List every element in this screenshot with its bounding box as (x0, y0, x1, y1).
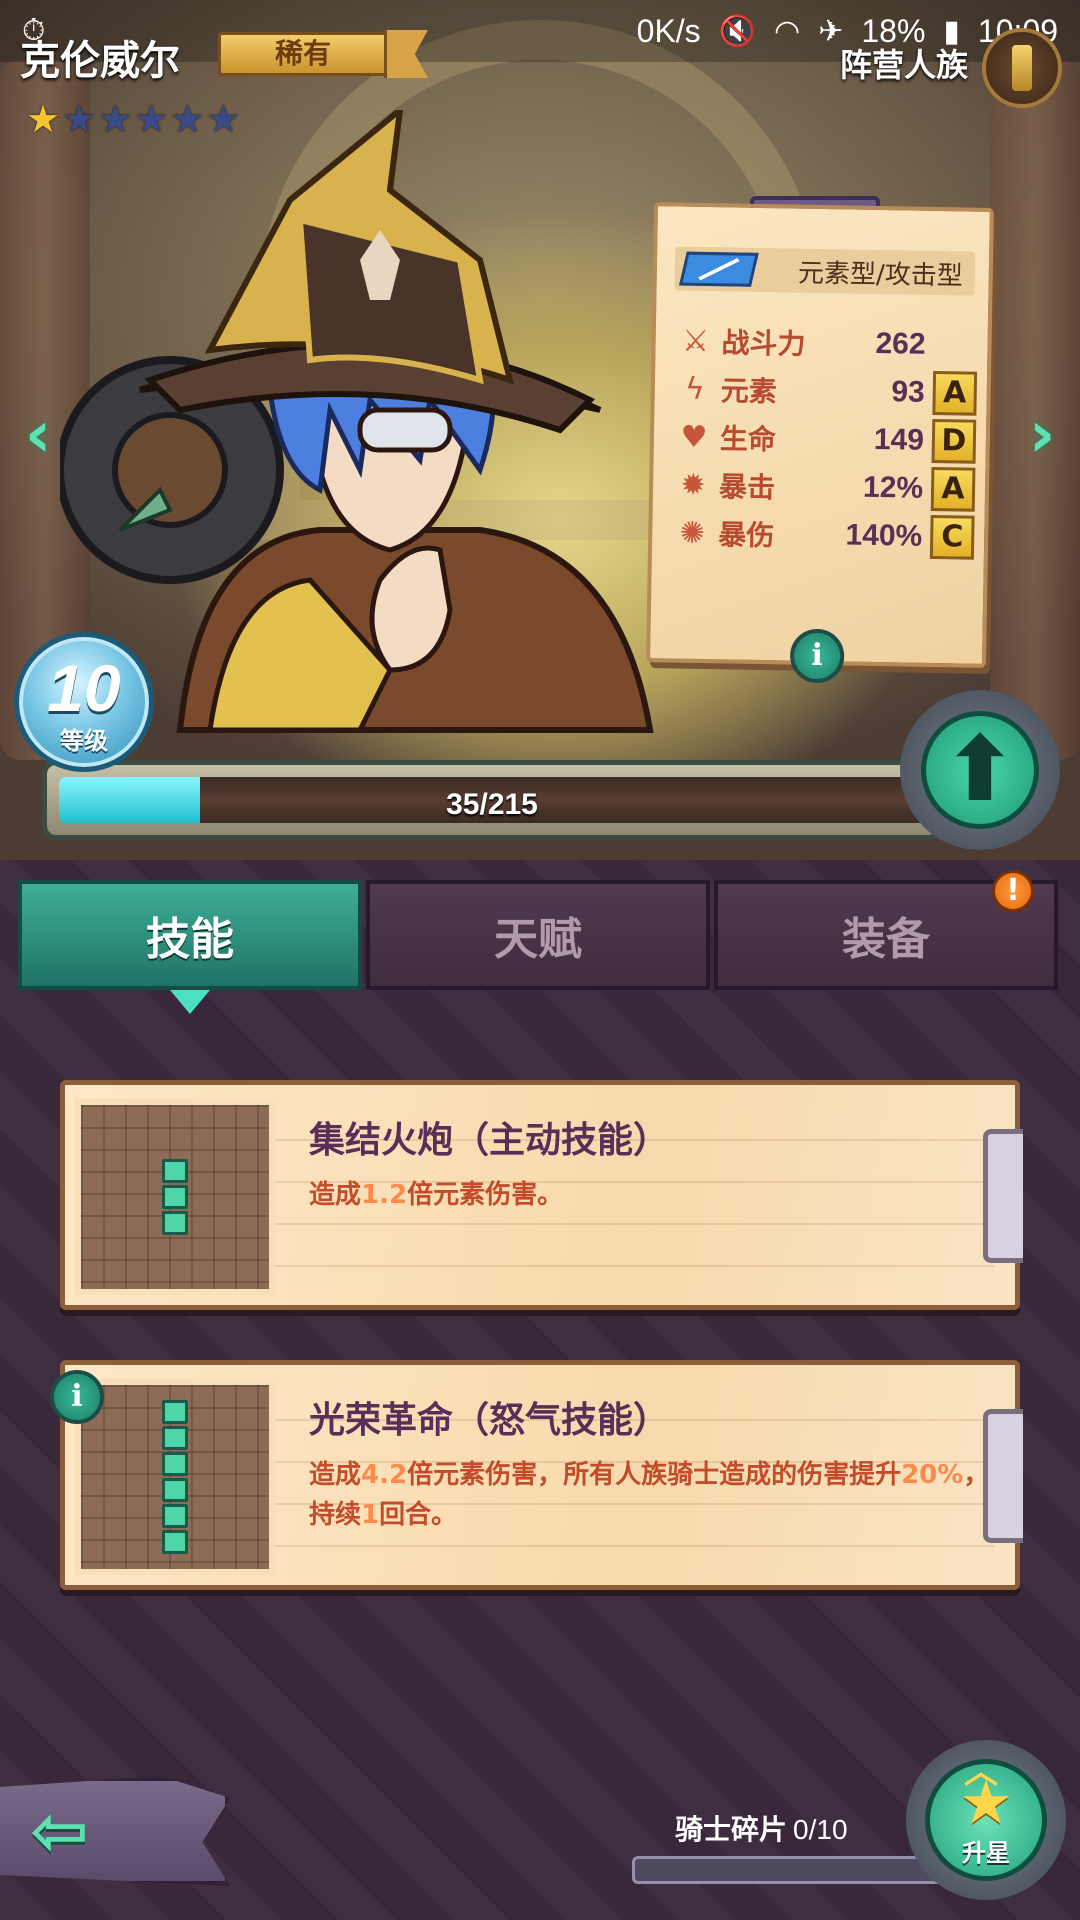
hero-name: 克伦威尔 (20, 38, 180, 84)
stat-row: ✹ 暴击 12% A (675, 460, 976, 513)
level-label: 等级 (60, 727, 108, 755)
stats-card: 元素型/攻击型 ⚔ 战斗力 262 ϟ 元素 93 A ♥ 生命 149 D ✹ 暴击 12% A ✺ 暴伤 14… (646, 202, 994, 684)
previous-hero-arrow-icon[interactable]: ‹ (14, 398, 62, 472)
type-row: 元素型/攻击型 (674, 246, 976, 296)
stat-label: 生命 (719, 422, 777, 457)
tab-talents-label: 天赋 (494, 914, 582, 965)
skill-shape-grid (75, 1099, 275, 1295)
hero-portrait (60, 110, 654, 733)
stat-grade: A (932, 370, 978, 416)
next-hero-arrow-icon[interactable]: › (1018, 398, 1066, 472)
skill-title: 集结火炮（主动技能） (309, 1120, 670, 1161)
level-orb: 10 等级 (14, 632, 154, 772)
alert-badge-icon: ! (992, 870, 1034, 912)
power-icon: ⚔ (681, 323, 710, 359)
skill-info-button[interactable]: i (50, 1370, 104, 1424)
skill-description: 造成1.2倍元素伤害。 (309, 1180, 564, 1210)
back-button[interactable]: ⇦ (0, 1776, 230, 1886)
skill-block (162, 1478, 188, 1502)
stat-grade: C (929, 514, 975, 560)
sword-icon (678, 251, 759, 287)
skill-block (162, 1426, 188, 1450)
stat-grade: D (931, 418, 977, 464)
lightning-icon: ϟ (684, 371, 705, 407)
stat-label: 暴击 (718, 470, 776, 505)
skill-shape-grid (75, 1379, 275, 1575)
skill-block (162, 1185, 188, 1209)
shard-progress-bar (632, 1856, 952, 1884)
stat-value: 140% (845, 518, 923, 553)
network-speed: 0K/s (636, 12, 701, 49)
exp-track: 35/215 (59, 777, 925, 823)
stat-row: ϟ 元素 93 A (676, 364, 978, 417)
stat-label: 元素 (720, 374, 778, 409)
tab-equipment[interactable]: 装备 ! (714, 870, 1058, 990)
stat-row: ♥ 生命 149 D (676, 412, 977, 465)
wifi-icon: ◠ (774, 14, 801, 48)
rarity-badge: 稀有 (218, 32, 388, 76)
stat-row: ✺ 暴伤 140% C (674, 508, 975, 561)
card-clip (983, 1409, 1023, 1543)
stat-value: 12% (862, 470, 924, 505)
stat-grade: A (930, 466, 976, 512)
exp-text: 35/215 (446, 788, 538, 821)
tab-equipment-label: 装备 (842, 914, 930, 965)
knight-shards-count: 0/10 (793, 1814, 848, 1845)
stat-label: 暴伤 (717, 518, 775, 553)
tab-bar: 技能 天赋 装备 ! (18, 870, 1058, 990)
crit-icon: ✹ (680, 467, 706, 503)
mute-icon: 🔇 (718, 14, 757, 48)
hero-type: 元素型/攻击型 (797, 258, 964, 291)
knight-shards: 骑士碎片 0/10 (675, 1808, 848, 1848)
skill-title: 光荣革命（怒气技能） (309, 1400, 670, 1441)
chevron-up-icon: ︿ (964, 1752, 998, 1792)
skill-block (162, 1400, 188, 1424)
tab-skills[interactable]: 技能 (18, 880, 362, 990)
skill-block (162, 1211, 188, 1235)
skill-description: 造成4.2倍元素伤害，所有人族骑士造成的伤害提升20%，持续1回合。 (309, 1460, 990, 1530)
star-icon: ★ (26, 97, 61, 141)
skill-block (162, 1159, 188, 1183)
back-arrow-icon: ⇦ (30, 1790, 89, 1872)
tab-talents[interactable]: 天赋 (366, 880, 710, 990)
star-up-label: 升星 (962, 1838, 1010, 1867)
arrow-up-icon: ⬆ (942, 717, 1018, 822)
stat-value: 149 (873, 422, 925, 457)
stat-label: 战斗力 (721, 326, 806, 361)
knight-shards-label: 骑士碎片 (675, 1813, 788, 1846)
faction-icon[interactable] (982, 28, 1062, 108)
faction-label: 阵营人族 (839, 46, 968, 84)
card-clip (983, 1129, 1023, 1263)
exp-bar: 35/215 (42, 760, 942, 840)
skill-block (162, 1504, 188, 1528)
skill-block (162, 1452, 188, 1476)
level-number: 10 (47, 651, 121, 725)
level-up-button[interactable]: ⬆ (900, 690, 1060, 850)
skill-block (162, 1530, 188, 1554)
stat-value: 262 (875, 326, 926, 361)
stat-row: ⚔ 战斗力 262 (677, 317, 978, 370)
skill-card[interactable]: 集结火炮（主动技能） 造成1.2倍元素伤害。 (60, 1080, 1023, 1310)
crit-damage-icon: ✺ (679, 515, 706, 551)
skill-card[interactable]: 光荣革命（怒气技能） 造成4.2倍元素伤害，所有人族骑士造成的伤害提升20%，持… (60, 1360, 1023, 1590)
heart-icon: ♥ (680, 419, 708, 455)
tab-skills-label: 技能 (146, 914, 234, 965)
stat-value: 93 (891, 375, 926, 409)
